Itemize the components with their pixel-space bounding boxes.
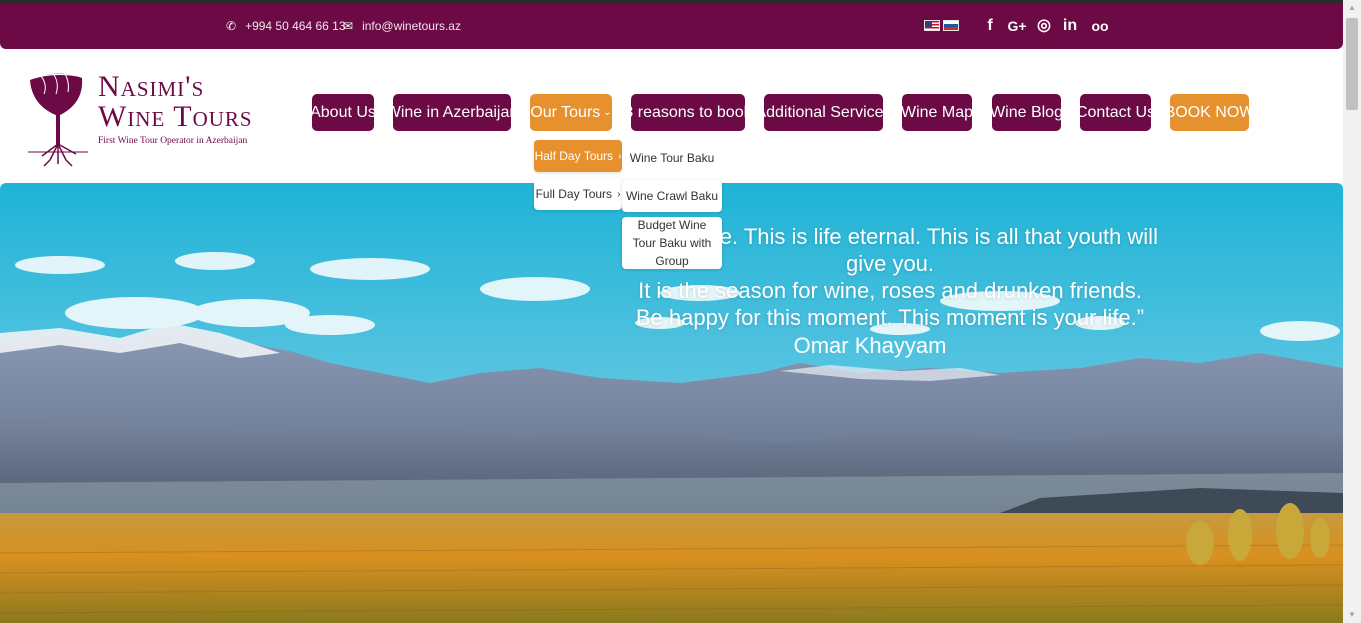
quote-author: Omar Khayyam bbox=[793, 333, 947, 358]
nav-label: Contact Us bbox=[1075, 103, 1156, 121]
instagram-icon[interactable]: ◎ bbox=[1034, 15, 1054, 37]
linkedin-icon[interactable]: in bbox=[1060, 15, 1080, 37]
dropdown-label: Full Day Tours bbox=[535, 187, 613, 201]
scroll-up-icon[interactable]: ▲ bbox=[1343, 0, 1361, 16]
top-bar: ✆ +994 50 464 66 13 ✉ info@winetours.az … bbox=[0, 3, 1343, 49]
dropdown-half-day-tours[interactable]: Half Day Tours › bbox=[534, 140, 622, 172]
envelope-icon: ✉ bbox=[343, 19, 354, 33]
nav-wine-map[interactable]: Wine Map bbox=[900, 94, 974, 131]
submenu-wine-tour-baku[interactable]: Wine Tour Baku bbox=[622, 140, 722, 176]
main-navigation: About Us Wine in Azerbaijan Our Tours ⌄ 3… bbox=[0, 94, 1343, 131]
quote-line-3: Be happy for this moment. This moment is… bbox=[635, 305, 1145, 330]
logo-tagline: First Wine Tour Operator in Azerbaijan bbox=[98, 136, 248, 146]
phone-contact[interactable]: ✆ +994 50 464 66 13 bbox=[226, 3, 346, 49]
submenu-label: Wine Crawl Baku bbox=[625, 189, 719, 203]
language-switcher bbox=[924, 20, 959, 31]
nav-label: BOOK NOW bbox=[1164, 103, 1255, 121]
page-scrollbar[interactable]: ▲ ▼ bbox=[1343, 0, 1361, 623]
nav-3-reasons-to-book[interactable]: 3 reasons to book bbox=[624, 94, 752, 131]
chevron-down-icon: ⌄ bbox=[603, 107, 612, 118]
chevron-right-icon: › bbox=[617, 188, 621, 200]
google-plus-icon[interactable]: G+ bbox=[1006, 15, 1028, 37]
nav-label: Additional Services bbox=[755, 103, 892, 121]
nav-wine-blog[interactable]: Wine Blog bbox=[990, 94, 1063, 131]
phone-number: +994 50 464 66 13 bbox=[245, 19, 346, 33]
nav-label: About Us bbox=[310, 103, 376, 121]
email-contact[interactable]: ✉ info@winetours.az bbox=[343, 3, 461, 49]
nav-label: 3 reasons to book bbox=[624, 103, 752, 121]
nav-label: Our Tours bbox=[530, 103, 601, 121]
dropdown-full-day-tours[interactable]: Full Day Tours › bbox=[534, 178, 622, 210]
nav-additional-services[interactable]: Additional Services bbox=[755, 94, 892, 131]
nav-about-us[interactable]: About Us bbox=[310, 94, 376, 131]
social-links: f G+ ◎ in oo bbox=[980, 15, 1114, 37]
email-address: info@winetours.az bbox=[362, 19, 461, 33]
scroll-thumb[interactable] bbox=[1346, 18, 1358, 110]
chevron-right-icon: › bbox=[618, 150, 622, 162]
ru-flag-icon[interactable] bbox=[943, 20, 959, 31]
nav-our-tours[interactable]: Our Tours ⌄ bbox=[530, 94, 612, 131]
scroll-down-icon[interactable]: ▼ bbox=[1343, 607, 1361, 623]
submenu-label: Wine Tour Baku bbox=[629, 151, 715, 165]
book-now-button[interactable]: BOOK NOW bbox=[1165, 94, 1254, 131]
phone-icon: ✆ bbox=[226, 19, 237, 33]
quote-line-2: It is the season for wine, roses and dru… bbox=[638, 278, 1142, 303]
us-flag-icon[interactable] bbox=[924, 20, 940, 31]
submenu-label: Budget Wine Tour Baku with Group bbox=[632, 218, 712, 268]
submenu-budget-wine-tour[interactable]: Budget Wine Tour Baku with Group bbox=[622, 217, 722, 269]
nav-contact-us[interactable]: Contact Us bbox=[1076, 94, 1155, 131]
dropdown-label: Half Day Tours bbox=[534, 149, 614, 163]
submenu-wine-crawl-baku[interactable]: Wine Crawl Baku bbox=[622, 180, 722, 212]
facebook-icon[interactable]: f bbox=[980, 15, 1000, 37]
nav-label: Wine Map bbox=[900, 103, 974, 121]
tripadvisor-icon[interactable]: oo bbox=[1086, 15, 1114, 37]
nav-label: Wine in Azerbaijan bbox=[385, 103, 519, 121]
nav-wine-in-azerbaijan[interactable]: Wine in Azerbaijan bbox=[386, 94, 518, 131]
nav-label: Wine Blog bbox=[990, 103, 1063, 121]
